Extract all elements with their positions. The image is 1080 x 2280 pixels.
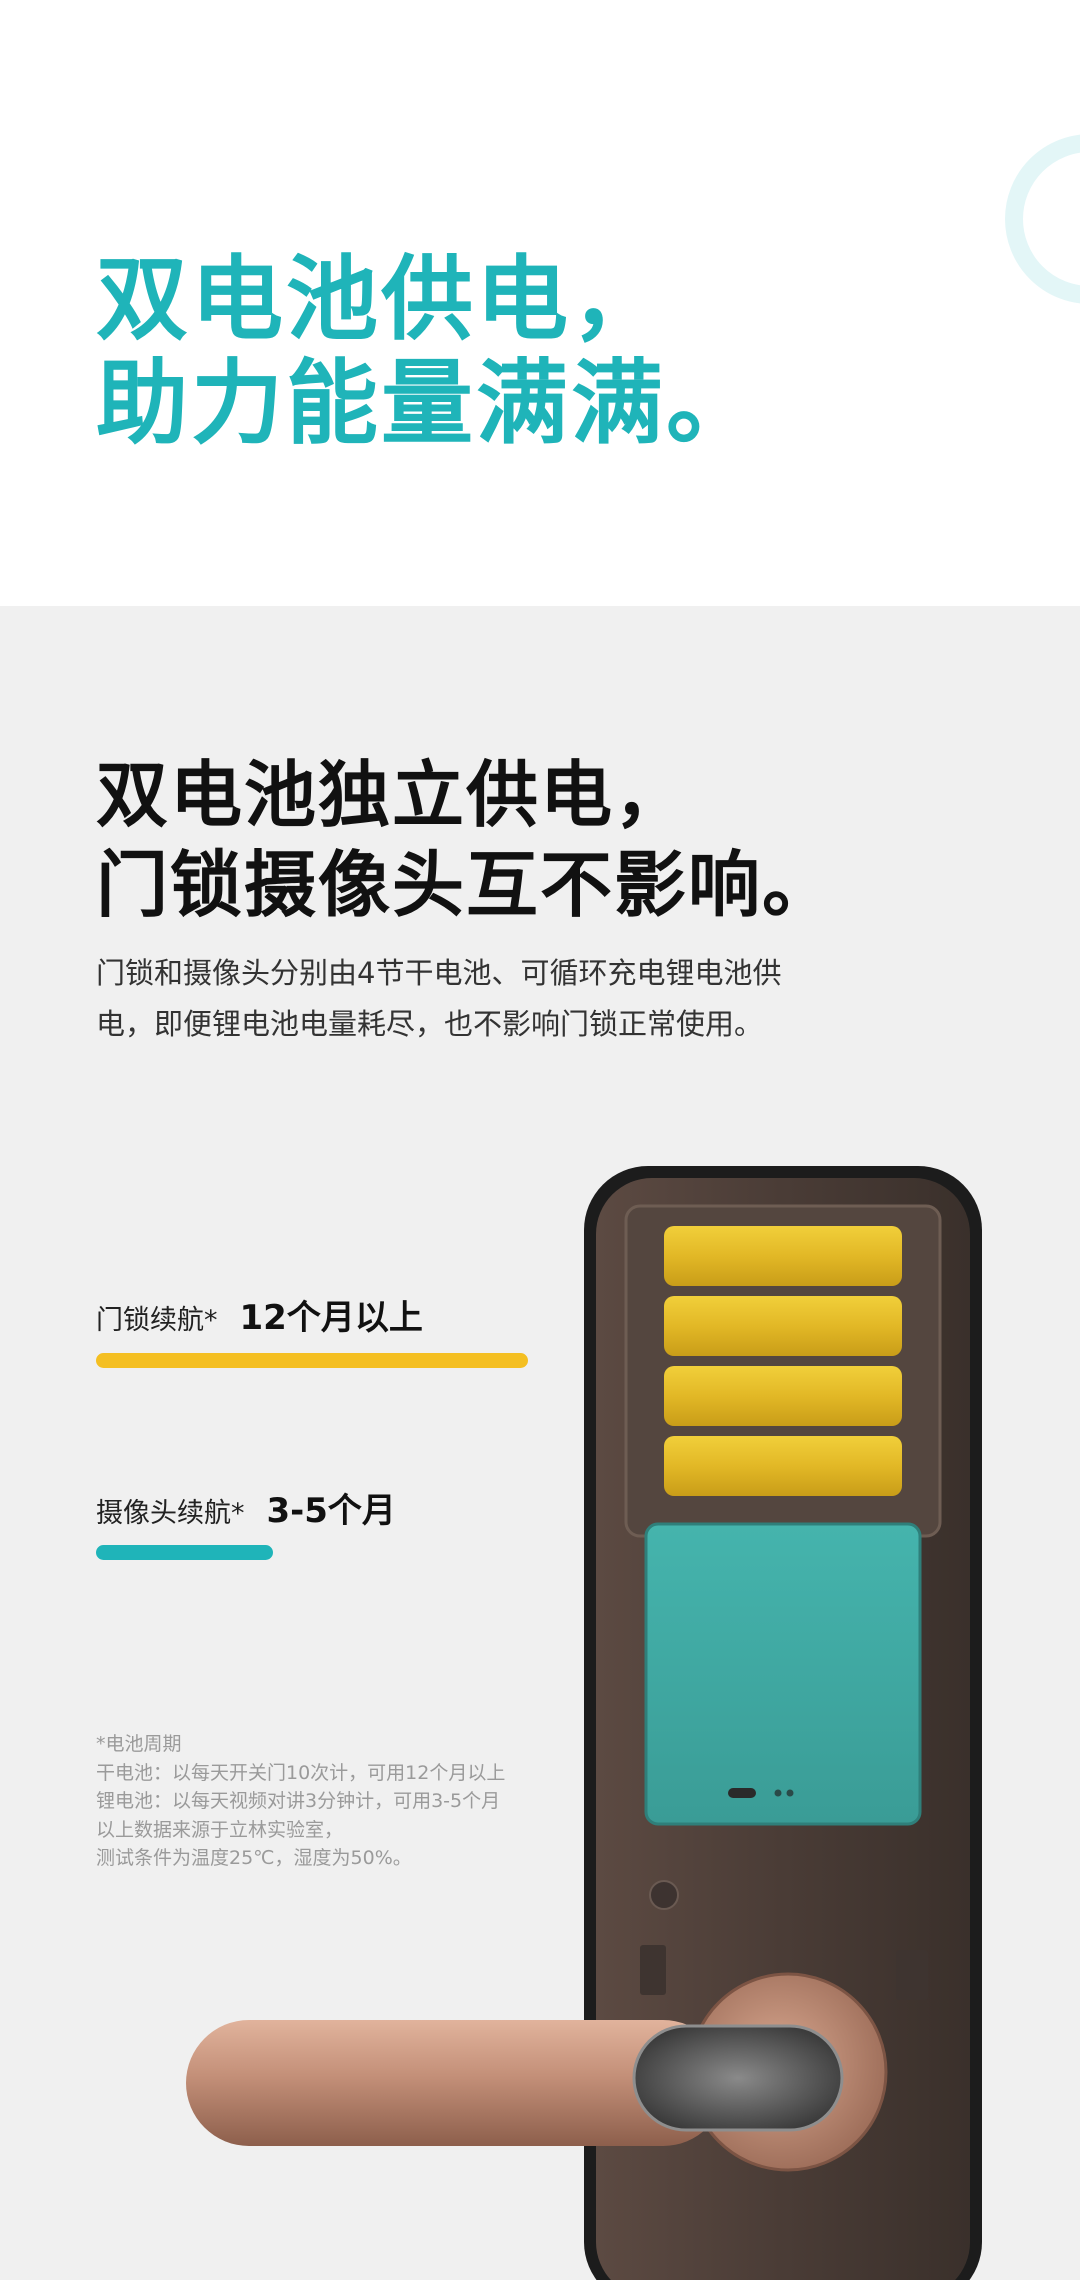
battery-1: [664, 1226, 902, 1286]
camera-battery-value: 3-5个月: [266, 1491, 396, 1531]
battery-3: [664, 1366, 902, 1426]
indicator-dot-1: [774, 1789, 782, 1797]
battery-2: [664, 1296, 902, 1356]
reset-button: [649, 1880, 679, 1910]
side-slot-right: [896, 1950, 928, 2000]
handle-end-cap: [632, 2024, 844, 2132]
door-lock-battery-value: 12个月以上: [239, 1298, 423, 1338]
section-description: 门锁和摄像头分别由4节干电池、可循环充电锂电池供 电，即便锂电池电量耗尽，也不影…: [96, 956, 782, 1041]
lock-body-bezel: [584, 1166, 982, 2280]
hero-section: 双电池供电， 助力能量满满。: [0, 0, 1080, 606]
hero-title: 双电池供电， 助力能量满满。: [96, 246, 762, 457]
lock-body: [596, 1178, 970, 2280]
decorative-ring: [1005, 134, 1080, 304]
door-handle: [186, 2020, 726, 2146]
battery-compartment: [624, 1204, 942, 1538]
camera-battery-bar: [96, 1545, 273, 1560]
camera-battery-label: 摄像头续航*: [96, 1498, 245, 1529]
side-slot-left: [640, 1945, 666, 1995]
handle-rosette: [688, 1972, 888, 2172]
battery-footnote: *电池周期 干电池：以每天开关门10次计，可用12个月以上 锂电池：以每天视频对…: [96, 1733, 506, 1869]
lithium-battery: [644, 1522, 922, 1826]
charge-port: [728, 1788, 756, 1798]
camera-battery-stat: 摄像头续航* 3-5个月: [96, 1483, 396, 1532]
door-lock-battery-stat: 门锁续航* 12个月以上: [96, 1290, 423, 1339]
indicator-dot-2: [786, 1789, 794, 1797]
section-title: 双电池独立供电， 门锁摄像头互不影响。: [96, 753, 837, 927]
door-lock-battery-label: 门锁续航*: [96, 1305, 218, 1336]
door-lock-battery-bar: [96, 1353, 528, 1368]
battery-4: [664, 1436, 902, 1496]
